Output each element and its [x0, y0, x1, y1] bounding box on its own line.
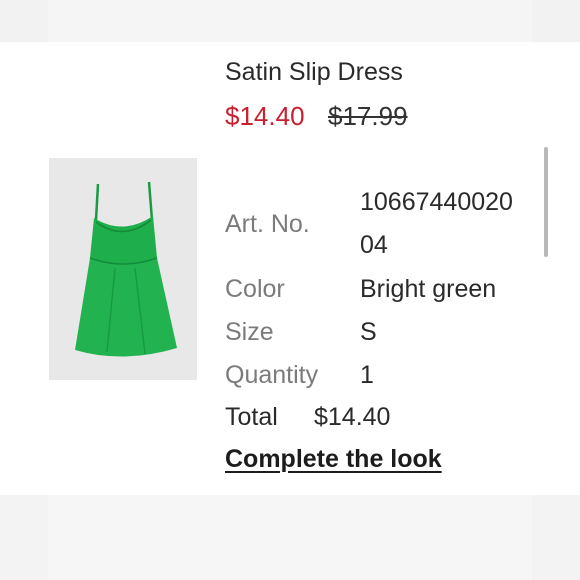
quantity-value: 1: [360, 361, 374, 389]
scrollbar[interactable]: [544, 147, 548, 257]
art-no-value-continued: 04: [360, 231, 388, 259]
previous-card: [48, 0, 532, 42]
size-label: Size: [225, 318, 274, 346]
dress-image: [49, 158, 197, 380]
next-card-area: [0, 495, 580, 580]
art-no-value: 10667440020: [360, 188, 513, 216]
art-no-label: Art. No.: [225, 210, 310, 238]
sale-price: $14.40: [225, 101, 305, 131]
size-value: S: [360, 318, 377, 346]
total-label: Total: [225, 403, 278, 431]
color-label: Color: [225, 275, 285, 303]
original-price: $17.99: [328, 101, 408, 131]
product-title[interactable]: Satin Slip Dress: [225, 58, 403, 87]
complete-the-look-link[interactable]: Complete the look: [225, 445, 442, 474]
product-image[interactable]: [49, 158, 197, 380]
total-value: $14.40: [314, 403, 391, 431]
next-card: [48, 495, 532, 580]
color-value: Bright green: [360, 275, 497, 303]
quantity-label: Quantity: [225, 361, 319, 389]
